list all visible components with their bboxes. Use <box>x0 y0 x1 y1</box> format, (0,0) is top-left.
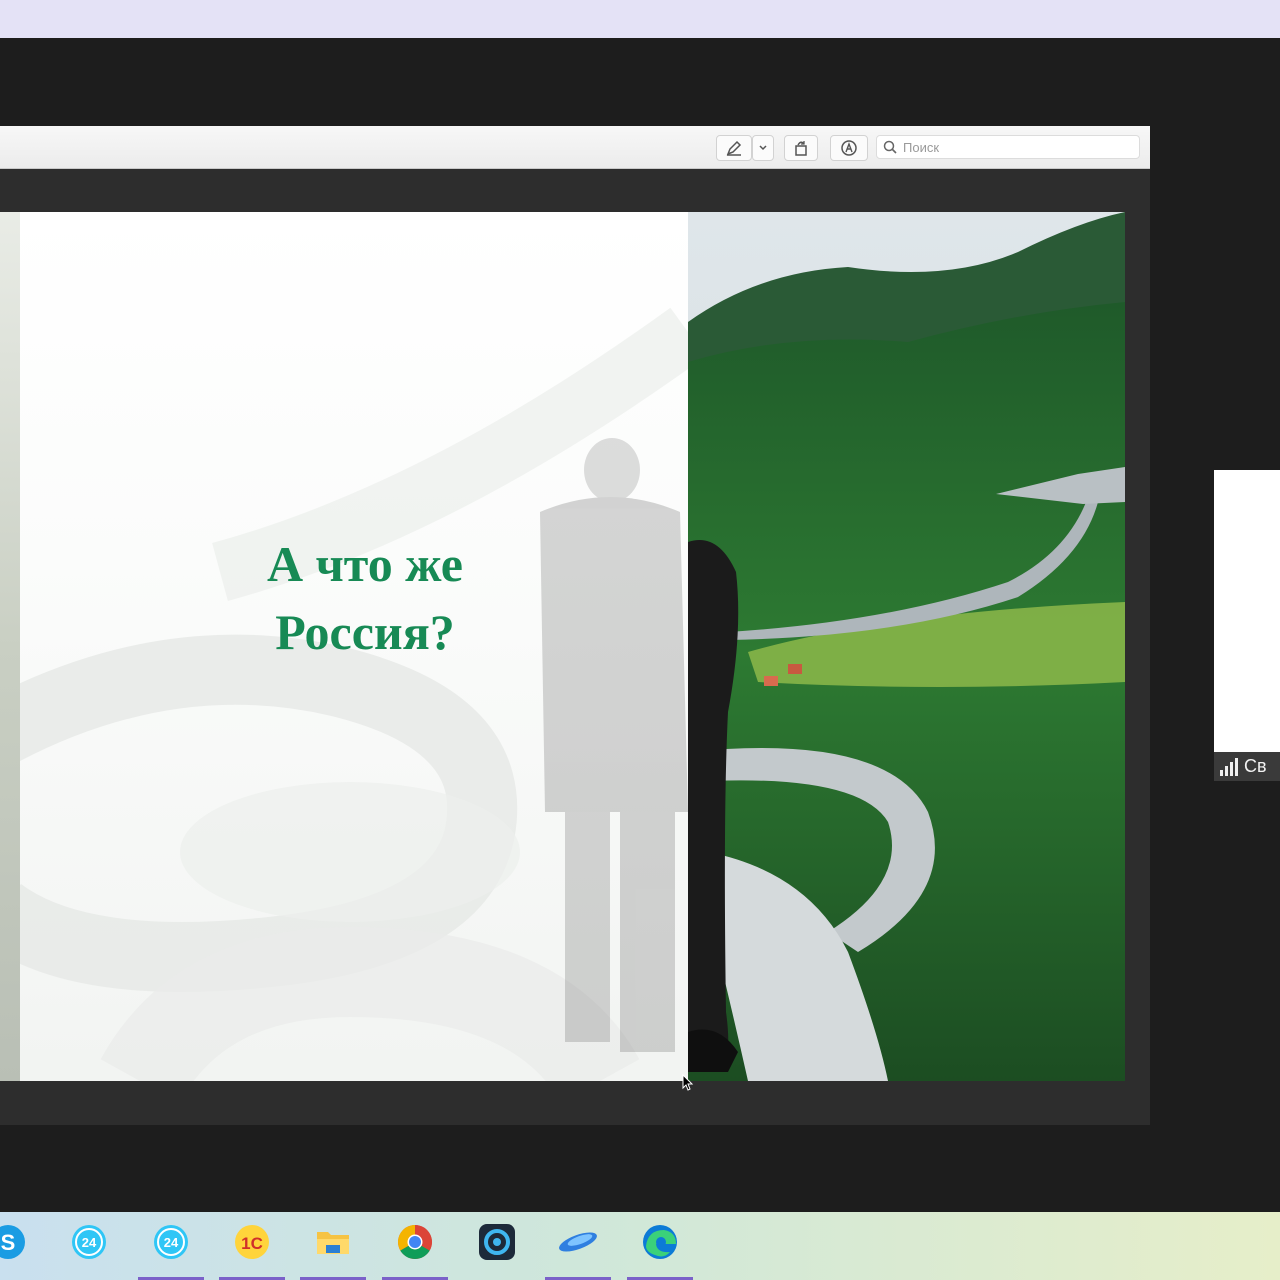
1c-icon: 1С <box>235 1225 269 1259</box>
participant-name-bar: Св <box>1214 752 1280 781</box>
slide-left-panel: А что же Россия? <box>20 212 688 1081</box>
skype-icon: S <box>0 1225 25 1259</box>
mountain-roads-photo <box>688 212 1125 1081</box>
rotate-button[interactable] <box>784 135 818 161</box>
markup-pen-button[interactable] <box>716 135 752 161</box>
taskbar-skype[interactable]: S <box>0 1222 41 1280</box>
taskbar-bitrix24-2[interactable]: 24 <box>138 1222 204 1280</box>
slide-title: А что же Россия? <box>170 530 560 666</box>
search-field[interactable] <box>876 135 1140 159</box>
shared-screen-viewer: А что же Россия? <box>0 126 1150 1125</box>
slide-photo-panel <box>688 212 1125 1081</box>
presentation-slide: А что же Россия? <box>0 212 1125 1081</box>
svg-text:24: 24 <box>164 1235 179 1250</box>
blue-swoosh-app-icon <box>559 1232 597 1252</box>
svg-text:24: 24 <box>82 1235 97 1250</box>
slide-title-line-1: А что же <box>267 536 463 592</box>
mouse-cursor-icon <box>682 1074 694 1091</box>
file-explorer-icon <box>317 1232 349 1254</box>
pen-icon <box>726 140 742 156</box>
viewer-toolbar <box>0 126 1150 169</box>
taskbar-swoosh-app[interactable] <box>545 1222 611 1280</box>
slide-title-line-2: Россия? <box>275 604 455 660</box>
chrome-icon <box>398 1225 432 1259</box>
taskbar-1c[interactable]: 1С <box>219 1222 285 1280</box>
search-icon <box>883 140 897 154</box>
bitrix24-icon: 24 <box>72 1225 106 1259</box>
signal-strength-icon <box>1220 757 1238 776</box>
edge-icon <box>643 1225 677 1259</box>
taskbar-chrome[interactable] <box>382 1222 448 1280</box>
taskbar-edge[interactable] <box>627 1222 693 1280</box>
svg-text:1С: 1С <box>241 1234 263 1253</box>
rotate-icon <box>795 141 807 156</box>
taskbar-file-explorer[interactable] <box>300 1222 366 1280</box>
annotate-button[interactable] <box>830 135 868 161</box>
bitrix24-icon-2: 24 <box>154 1225 188 1259</box>
svg-text:S: S <box>1 1230 16 1255</box>
top-strip <box>0 0 1280 38</box>
chevron-down-icon <box>759 145 767 151</box>
camera-app-icon <box>479 1224 515 1260</box>
taskbar-camera-app[interactable] <box>464 1222 530 1280</box>
windows-taskbar: S 24 24 1С <box>0 1212 1280 1280</box>
participant-video-tile[interactable] <box>1214 470 1280 781</box>
markup-dropdown-button[interactable] <box>752 135 774 161</box>
participant-name: Св <box>1244 756 1267 776</box>
taskbar-bitrix24[interactable]: 24 <box>56 1222 122 1280</box>
annotate-icon <box>841 140 857 156</box>
previous-slide-edge <box>0 212 20 1081</box>
search-input[interactable] <box>901 138 1135 156</box>
